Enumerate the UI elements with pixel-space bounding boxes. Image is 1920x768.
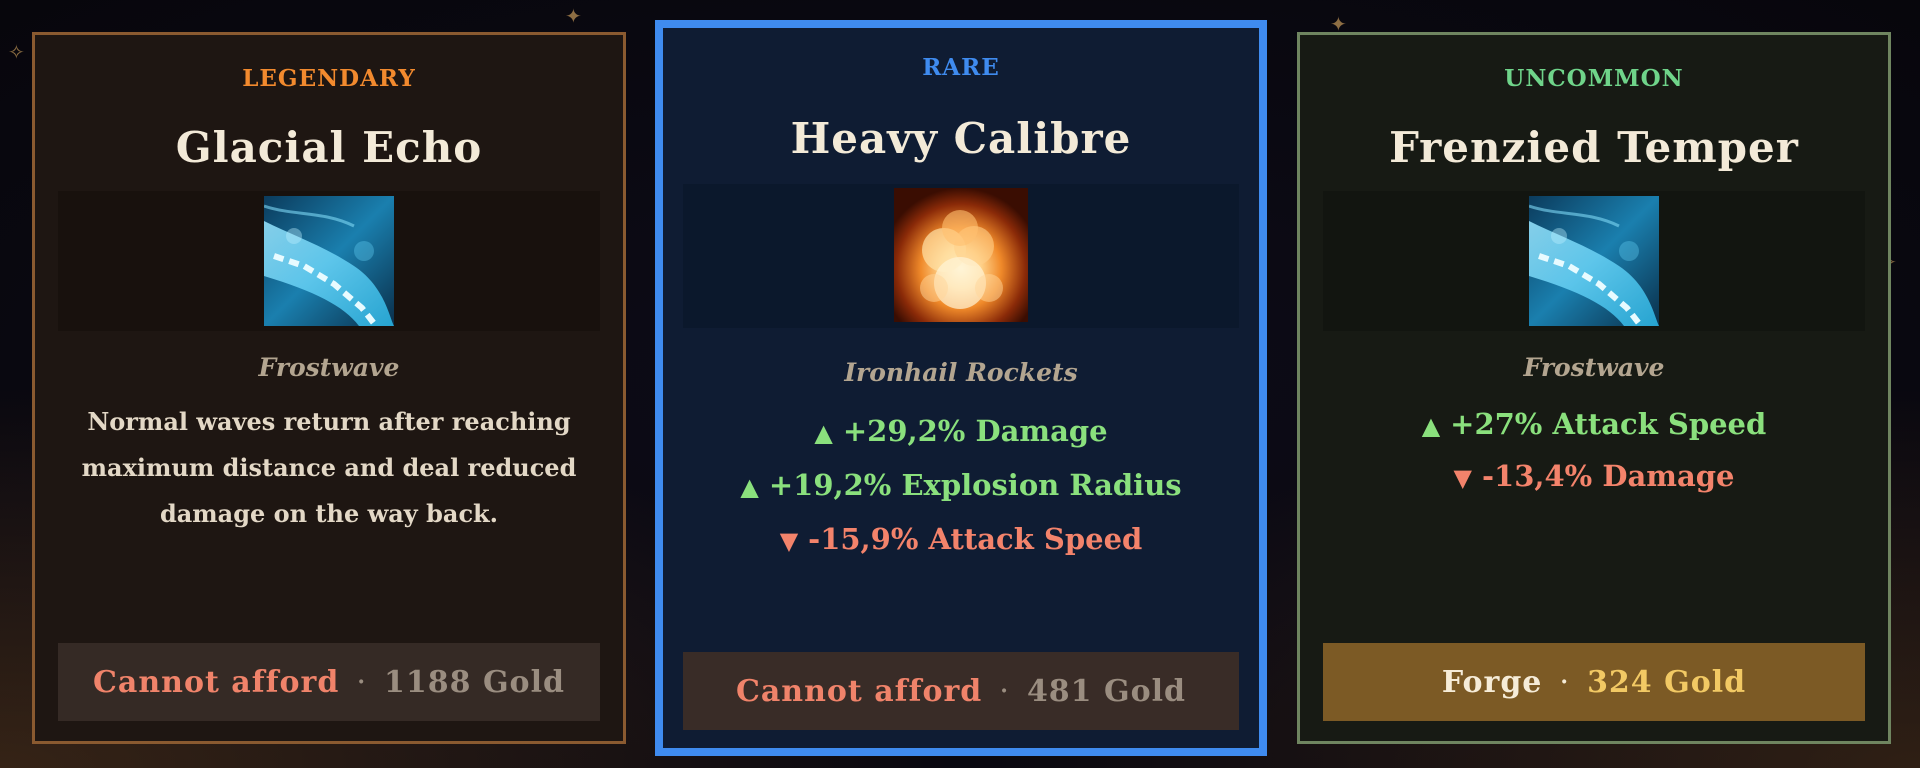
icon-panel <box>58 191 600 331</box>
arrow-up-icon: ▲ <box>1421 411 1441 440</box>
rarity-label: LEGENDARY <box>242 65 416 92</box>
stat-line: ▲ +19,2% Explosion Radius <box>663 468 1259 502</box>
cannot-afford-button[interactable]: Cannot afford · 1188 Gold <box>58 643 600 721</box>
arrow-down-icon: ▼ <box>1453 463 1472 492</box>
button-label: Cannot afford <box>93 664 340 700</box>
gold-cost: 1188 Gold <box>384 664 565 700</box>
upgrade-card-rare[interactable]: RARE Heavy Calibre Ironhail Rockets ▲ +2… <box>655 20 1267 756</box>
button-label: Cannot afford <box>735 673 983 709</box>
gold-cost: 324 Gold <box>1587 664 1747 700</box>
card-title: Heavy Calibre <box>790 114 1132 163</box>
upgrade-description: Normal waves return after reaching maxim… <box>81 407 577 528</box>
cannot-afford-button[interactable]: Cannot afford · 481 Gold <box>683 652 1239 730</box>
frostwave-icon <box>1529 196 1659 326</box>
explosion-icon <box>894 188 1028 322</box>
stat-text: -13,4% Damage <box>1482 459 1735 493</box>
weapon-name: Frostwave <box>1523 353 1665 382</box>
forge-button[interactable]: Forge · 324 Gold <box>1323 643 1865 721</box>
upgrade-card-uncommon[interactable]: UNCOMMON Frenzied Temper Frostwave ▲ +27… <box>1297 32 1891 744</box>
sparkle-icon: ✧ <box>8 40 25 64</box>
separator-dot: · <box>357 669 366 695</box>
stat-line: ▼ -15,9% Attack Speed <box>663 522 1259 556</box>
button-label: Forge <box>1441 664 1543 700</box>
card-title: Glacial Echo <box>175 123 483 172</box>
stat-text: +29,2% Damage <box>842 414 1108 448</box>
stat-line: ▲ +29,2% Damage <box>663 414 1259 448</box>
sparkle-icon: ✦ <box>565 4 582 28</box>
icon-panel <box>1323 191 1865 331</box>
stat-line: ▼ -13,4% Damage <box>1300 459 1888 493</box>
icon-panel <box>683 184 1239 328</box>
stat-text: +27% Attack Speed <box>1450 407 1767 441</box>
stat-line: ▲ +27% Attack Speed <box>1300 407 1888 441</box>
stat-text: +19,2% Explosion Radius <box>768 468 1182 502</box>
separator-dot: · <box>1000 678 1009 704</box>
arrow-up-icon: ▲ <box>814 418 833 447</box>
gold-cost: 481 Gold <box>1026 673 1187 709</box>
arrow-down-icon: ▼ <box>779 526 799 555</box>
arrow-up-icon: ▲ <box>740 472 759 501</box>
rarity-label: UNCOMMON <box>1504 65 1684 92</box>
weapon-name: Ironhail Rockets <box>844 358 1078 387</box>
card-title: Frenzied Temper <box>1389 123 1799 172</box>
stat-text: -15,9% Attack Speed <box>808 522 1143 556</box>
separator-dot: · <box>1560 669 1570 695</box>
weapon-name: Frostwave <box>258 353 400 382</box>
rarity-label: RARE <box>922 54 1000 81</box>
frostwave-icon <box>264 196 394 326</box>
upgrade-card-legendary[interactable]: LEGENDARY Glacial Echo Frostwave Normal … <box>32 32 626 744</box>
